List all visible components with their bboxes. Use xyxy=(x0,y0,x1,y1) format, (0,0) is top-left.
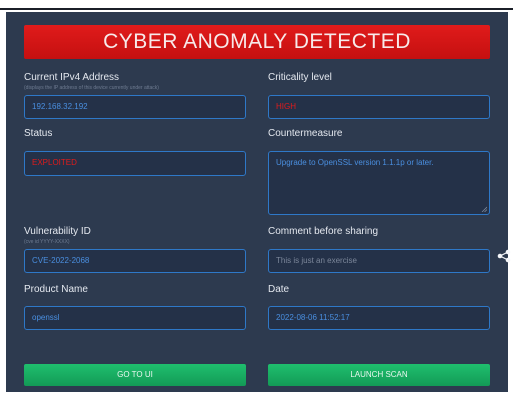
share-icon[interactable] xyxy=(497,249,511,263)
date-field[interactable]: 2022-08-06 11:52:17 xyxy=(268,306,490,330)
countermeasure-field[interactable]: Upgrade to OpenSSL version 1.1.1p or lat… xyxy=(268,151,490,215)
vulnerability-field[interactable]: CVE-2022-2068 xyxy=(24,249,246,273)
top-strip xyxy=(0,0,513,12)
comment-field[interactable]: This is just an exercise xyxy=(268,249,490,273)
product-label: Product Name xyxy=(24,284,88,295)
go-to-ui-button[interactable]: GO TO UI xyxy=(24,364,246,386)
countermeasure-label: Countermeasure xyxy=(268,128,343,139)
resize-grip-icon[interactable] xyxy=(481,206,487,212)
status-field[interactable]: EXPLOITED xyxy=(24,151,246,176)
ipv4-label: Current IPv4 Address xyxy=(24,72,120,83)
ipv4-field[interactable]: 192.168.32.192 xyxy=(24,95,246,119)
vulnerability-label: Vulnerability ID xyxy=(24,226,91,237)
vulnerability-hint: (cve id YYYY-XXXX) xyxy=(24,239,70,245)
criticality-field[interactable]: HIGH xyxy=(268,95,490,119)
product-field[interactable]: openssl xyxy=(24,306,246,330)
alert-banner: CYBER ANOMALY DETECTED xyxy=(24,25,490,59)
date-label: Date xyxy=(268,284,290,295)
comment-label: Comment before sharing xyxy=(268,226,379,237)
criticality-label: Criticality level xyxy=(268,72,332,83)
page: CYBER ANOMALY DETECTED Current IPv4 Addr… xyxy=(0,0,513,394)
status-label: Status xyxy=(24,128,53,139)
ipv4-hint: (displays the IP address of this device … xyxy=(24,85,159,91)
launch-scan-button[interactable]: LAUNCH SCAN xyxy=(268,364,490,386)
top-divider xyxy=(0,8,513,10)
countermeasure-text: Upgrade to OpenSSL version 1.1.1p or lat… xyxy=(276,158,434,167)
